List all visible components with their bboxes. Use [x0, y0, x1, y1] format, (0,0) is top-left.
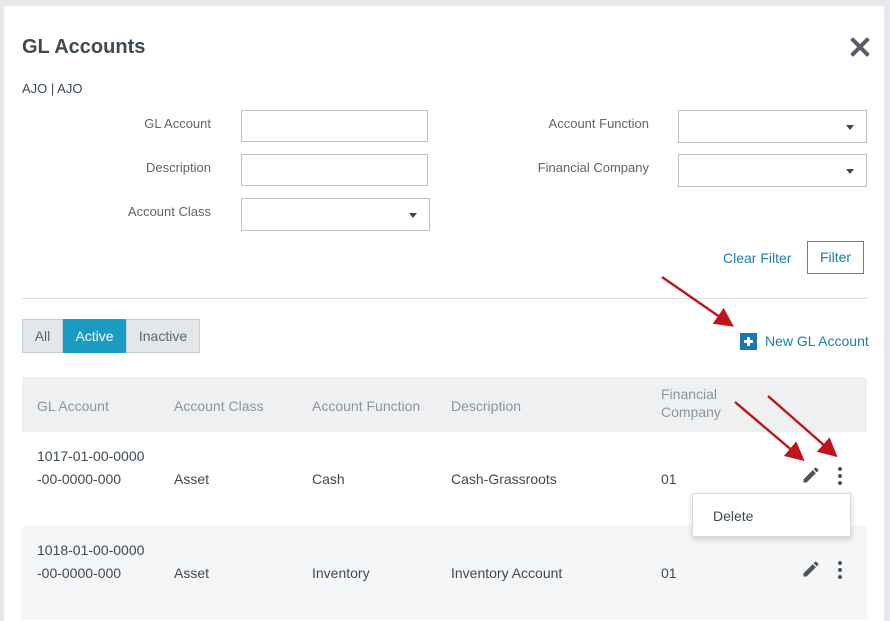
clear-filter-button[interactable]: Clear Filter — [723, 250, 791, 266]
new-gl-account-label: New GL Account — [765, 333, 869, 349]
account-function-select[interactable] — [678, 110, 867, 143]
pencil-icon[interactable] — [801, 465, 821, 485]
divider — [22, 298, 867, 299]
account-class-cell: Asset — [174, 471, 210, 487]
account-class-cell: Asset — [174, 565, 210, 581]
financial-company-cell: 01 — [661, 565, 677, 581]
account-class-filter-label: Account Class — [127, 204, 211, 219]
chevron-down-icon — [846, 125, 854, 130]
new-gl-account-button[interactable]: New GL Account — [740, 330, 869, 352]
gl-accounts-dialog: GL Accounts AJO | AJO GL Account Descrip… — [4, 6, 884, 621]
column-header-description: Description — [451, 398, 522, 414]
financial-company-select[interactable] — [678, 154, 867, 187]
row-context-menu: Delete — [692, 493, 851, 537]
gl-account-filter-input[interactable] — [241, 110, 428, 142]
table-row — [22, 526, 867, 620]
gl-account-cell: 1017-01-00-0000-00-0000-000 — [37, 448, 145, 487]
filter-button[interactable]: Filter — [807, 241, 864, 274]
annotation-arrow — [661, 276, 734, 327]
chevron-down-icon — [409, 213, 417, 218]
description-cell: Cash-Grassroots — [451, 471, 557, 487]
account-class-select[interactable] — [241, 198, 430, 231]
table-header — [22, 377, 867, 432]
account-function-cell: Cash — [312, 471, 345, 487]
close-icon[interactable] — [847, 34, 873, 60]
column-header-financial-company: Financial Company — [661, 386, 721, 420]
description-filter-label: Description — [145, 160, 211, 175]
tab-active[interactable]: Active — [63, 319, 126, 353]
chevron-down-icon — [846, 169, 854, 174]
description-cell: Inventory Account — [451, 565, 563, 581]
plus-icon — [740, 332, 757, 350]
gl-account-filter-label: GL Account — [144, 116, 211, 131]
dialog-subtitle: AJO | AJO — [22, 81, 83, 96]
financial-company-filter-label: Financial Company — [537, 160, 649, 175]
dialog-title: GL Accounts — [22, 36, 146, 58]
more-vertical-icon[interactable] — [835, 467, 845, 487]
account-function-cell: Inventory — [312, 565, 370, 581]
delete-menu-item[interactable]: Delete — [713, 508, 753, 524]
financial-company-cell: 01 — [661, 471, 677, 487]
tab-all[interactable]: All — [22, 319, 63, 353]
description-filter-input[interactable] — [241, 154, 428, 186]
account-function-filter-label: Account Function — [548, 116, 649, 131]
column-header-gl-account: GL Account — [37, 398, 109, 414]
more-vertical-icon[interactable] — [835, 561, 845, 581]
pencil-icon[interactable] — [801, 559, 821, 579]
gl-account-cell: 1018-01-00-0000-00-0000-000 — [37, 542, 145, 581]
column-header-account-class: Account Class — [174, 398, 264, 414]
column-header-account-function: Account Function — [312, 398, 421, 414]
tab-inactive[interactable]: Inactive — [126, 319, 200, 353]
